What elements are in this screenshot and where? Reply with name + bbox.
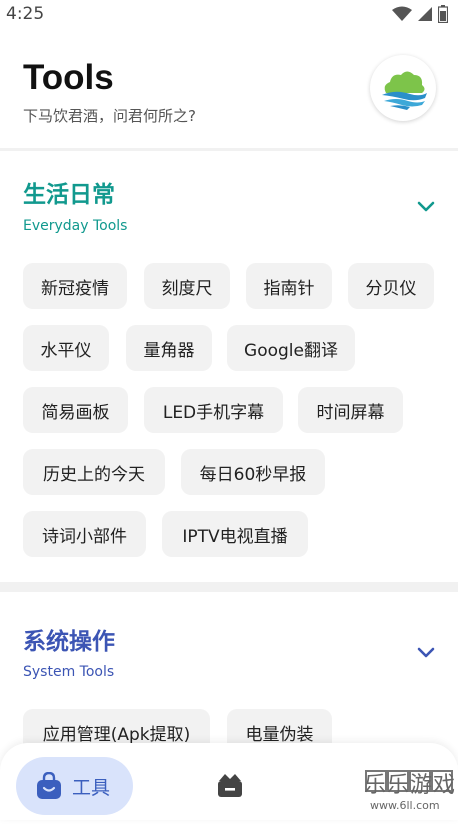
tool-chip-level[interactable]: 水平仪 <box>23 325 109 371</box>
wifi-icon <box>392 6 412 21</box>
tool-chip-iptv[interactable]: IPTV电视直播 <box>162 511 308 557</box>
tool-chip-decibel[interactable]: 分贝仪 <box>348 263 434 309</box>
cloud-logo-icon <box>382 71 427 110</box>
section-title: 生活日常 <box>23 182 115 208</box>
section-title: 系统操作 <box>23 629 115 655</box>
tool-chip-google-translate[interactable]: Google翻译 <box>227 325 355 371</box>
chevron-down-icon[interactable] <box>414 640 438 664</box>
tool-chip-led-subtitle[interactable]: LED手机字幕 <box>144 387 283 433</box>
page-subtitle: 下马饮君酒，问君何所之? <box>23 107 196 125</box>
tool-chip-time-screen[interactable]: 时间屏幕 <box>298 387 403 433</box>
header-divider <box>0 148 458 151</box>
section-subtitle: Everyday Tools <box>23 218 128 234</box>
watermark-text: 乐乐游戏 <box>364 773 457 798</box>
tool-chip-history-today[interactable]: 历史上的今天 <box>23 449 165 495</box>
battery-icon <box>438 5 448 23</box>
tool-chip-ruler[interactable]: 刻度尺 <box>144 263 230 309</box>
signal-icon <box>418 7 432 21</box>
page-header: Tools 下马饮君酒，问君何所之? <box>0 28 458 148</box>
tool-chip-drawing-board[interactable]: 简易画板 <box>23 387 128 433</box>
section-divider <box>0 582 458 592</box>
tool-chip-daily-news[interactable]: 每日60秒早报 <box>181 449 325 495</box>
chevron-down-icon[interactable] <box>414 194 438 218</box>
tool-chip-protractor[interactable]: 量角器 <box>126 325 212 371</box>
page-title: Tools <box>23 58 114 97</box>
status-time: 4:25 <box>6 4 45 24</box>
status-bar: 4:25 <box>0 0 458 28</box>
tool-chip-compass[interactable]: 指南针 <box>246 263 332 309</box>
section-subtitle: System Tools <box>23 664 115 680</box>
nav-item-tools-label: 工具 <box>72 776 111 799</box>
watermark-url: www.6ll.com <box>370 799 440 812</box>
app-logo-avatar[interactable] <box>370 55 436 121</box>
tool-chip-poem-widget[interactable]: 诗词小部件 <box>23 511 146 557</box>
shopping-bag-icon <box>37 772 61 799</box>
status-icons <box>392 5 448 23</box>
watermark-logo: 乐乐游戏 www.6ll.com <box>360 765 458 820</box>
toolbox-icon[interactable] <box>216 771 244 799</box>
nav-item-tools[interactable]: 工具 <box>16 757 133 815</box>
tool-chip-covid[interactable]: 新冠疫情 <box>23 263 127 309</box>
